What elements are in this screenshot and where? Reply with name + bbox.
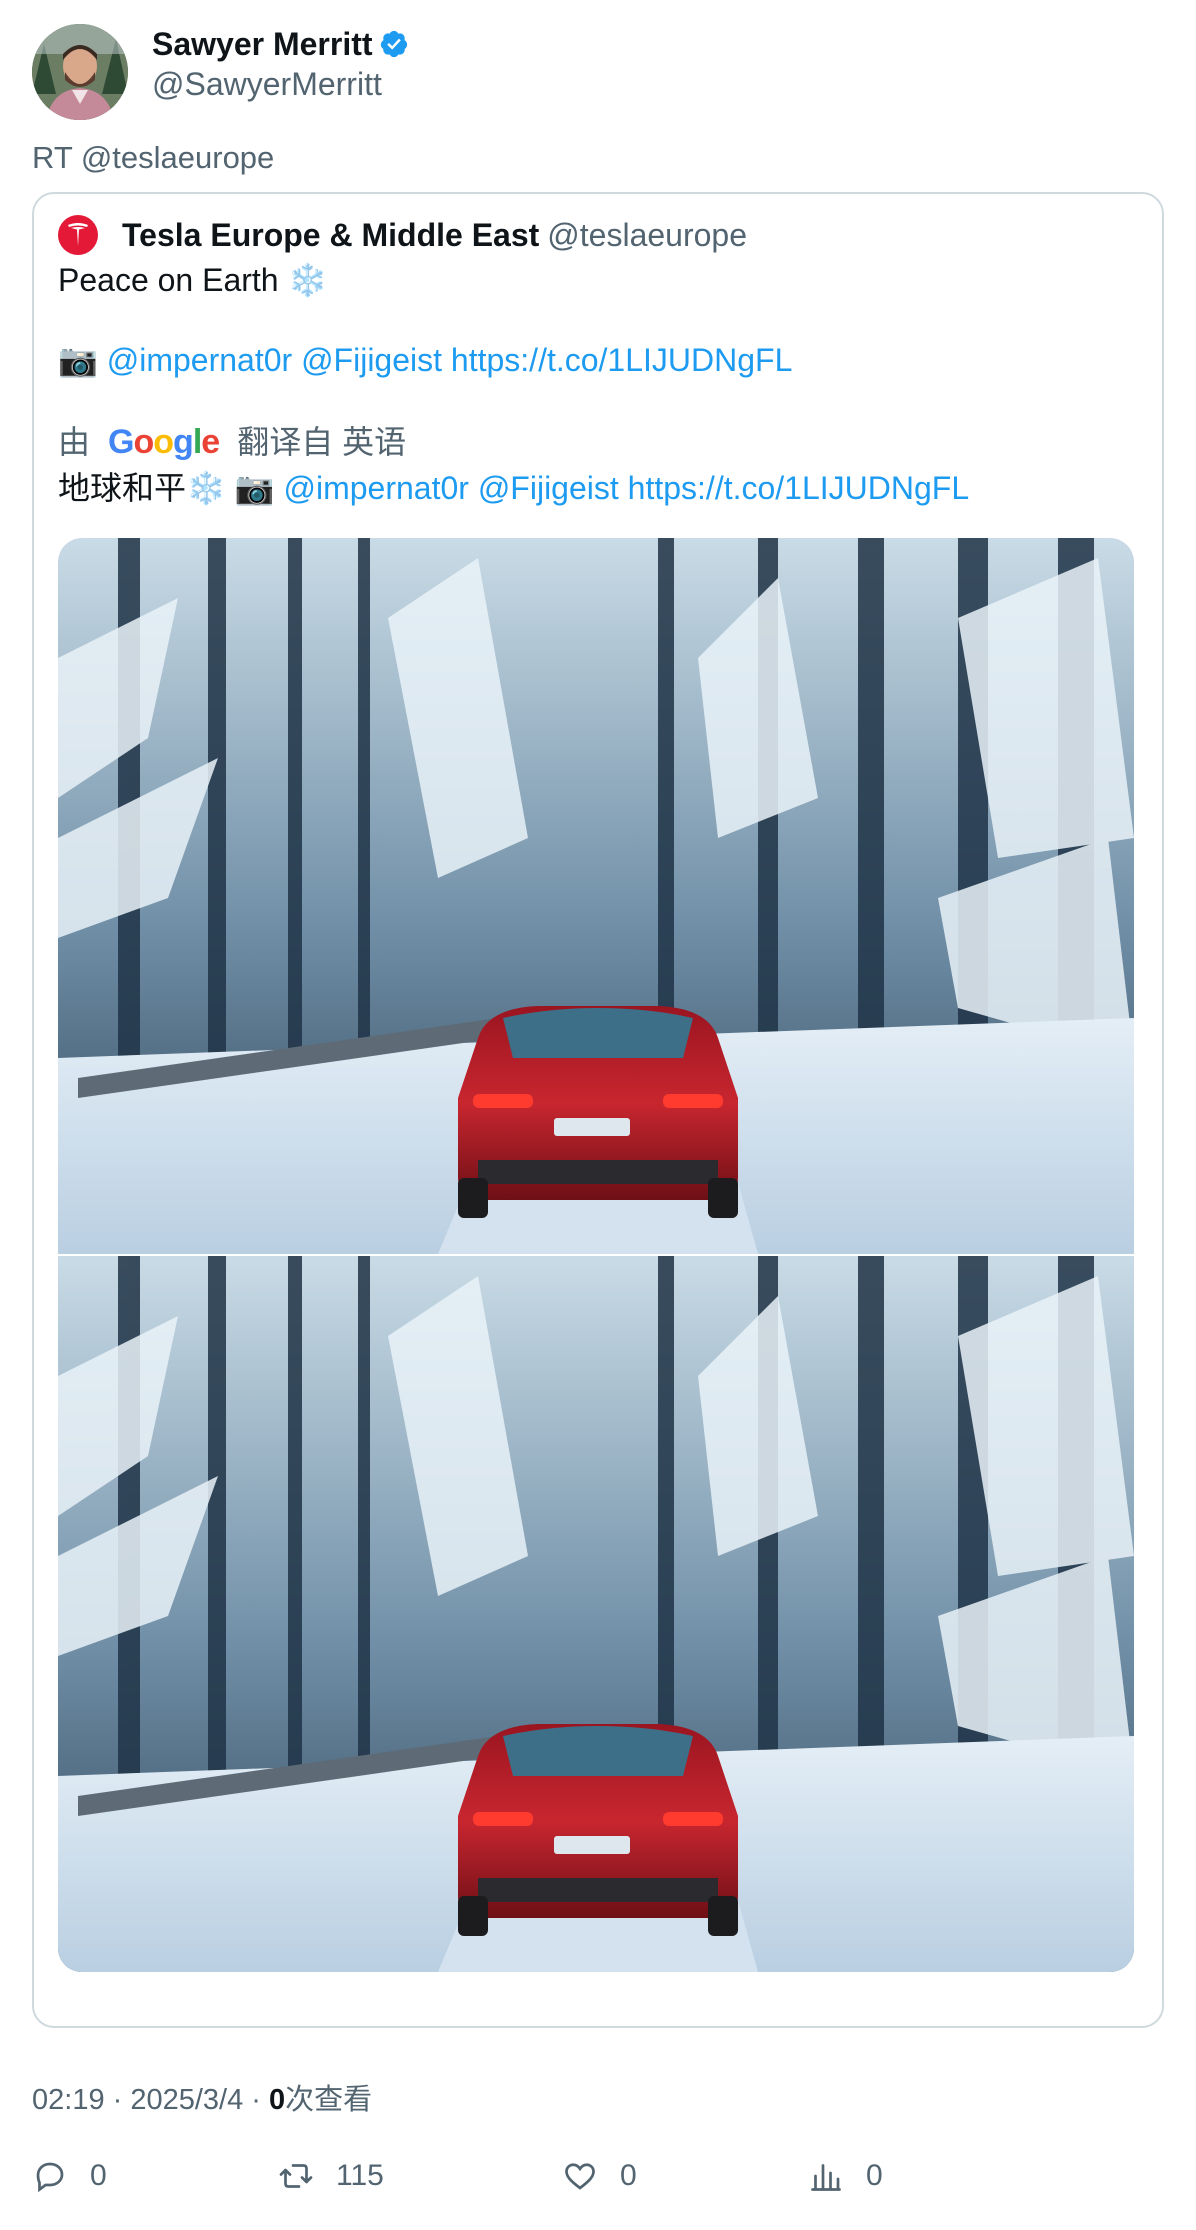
photo-snowy-forest-car[interactable] bbox=[58, 538, 1134, 1254]
quoted-header: Tesla Europe & Middle East @teslaeurope bbox=[58, 212, 747, 258]
heart-icon bbox=[565, 2163, 595, 2190]
author-name[interactable]: Sawyer Merritt bbox=[152, 26, 373, 63]
timestamp[interactable]: 02:19 · 2025/3/4 · bbox=[32, 2084, 269, 2116]
mention-link[interactable]: @Fijigeist bbox=[478, 470, 619, 506]
snowflake-emoji: ❄️ bbox=[186, 470, 226, 506]
translated-text: 地球和平 bbox=[58, 470, 187, 506]
tesla-logo-icon[interactable] bbox=[58, 215, 98, 255]
views-label: 次查看 bbox=[285, 2084, 373, 2116]
translate-by-label: 由 bbox=[58, 424, 91, 460]
translate-suffix: 翻译自 英语 bbox=[237, 424, 407, 460]
action-bar: 0 115 0 0 bbox=[32, 2158, 1132, 2208]
quoted-author-handle[interactable]: @teslaeurope bbox=[547, 217, 747, 254]
mention-link[interactable]: @impernat0r bbox=[283, 470, 468, 506]
retweet-text: RT @teslaeurope bbox=[32, 140, 275, 175]
retweet-button[interactable]: 115 bbox=[278, 2158, 384, 2194]
reply-button[interactable]: 0 bbox=[32, 2158, 107, 2194]
quoted-text-line1: Peace on Earth ❄️ bbox=[58, 260, 327, 300]
media-grid bbox=[58, 538, 1134, 1972]
snowflake-emoji: ❄️ bbox=[287, 262, 328, 298]
quoted-text-line2: 📷 @impernat0r @Fijigeist https://t.co/1L… bbox=[58, 340, 792, 380]
author-avatar[interactable] bbox=[32, 24, 128, 120]
retweet-icon bbox=[279, 2164, 313, 2188]
reply-icon bbox=[36, 2162, 64, 2193]
mention-link[interactable]: @impernat0r bbox=[107, 342, 292, 378]
like-button[interactable]: 0 bbox=[562, 2158, 637, 2194]
quoted-author-name[interactable]: Tesla Europe & Middle East bbox=[122, 217, 539, 254]
photo-snowy-forest-car[interactable] bbox=[58, 1256, 1134, 1972]
car-shape bbox=[458, 1724, 738, 1936]
bar-chart-icon bbox=[811, 2164, 841, 2191]
google-logo: Google bbox=[108, 423, 220, 461]
quoted-tweet[interactable]: Tesla Europe & Middle East @teslaeurope … bbox=[32, 192, 1164, 2028]
mention-link[interactable]: @Fijigeist bbox=[301, 342, 442, 378]
view-count: 0 bbox=[269, 2084, 286, 2116]
tweet-meta: 02:19 · 2025/3/4 · 0次查看 bbox=[32, 2076, 372, 2118]
quoted-text: Peace on Earth bbox=[58, 262, 279, 298]
avatar-image bbox=[32, 24, 128, 120]
views-button[interactable]: 0 bbox=[808, 2158, 883, 2194]
translation-attribution: 由 Google 翻译自 英语 bbox=[58, 422, 406, 462]
url-link[interactable]: https://t.co/1LIJUDNgFL bbox=[451, 342, 792, 378]
url-link[interactable]: https://t.co/1LIJUDNgFL bbox=[628, 470, 969, 506]
camera-emoji: 📷 bbox=[234, 470, 275, 506]
car-shape bbox=[458, 1006, 738, 1218]
like-count: 0 bbox=[620, 2159, 637, 2192]
reply-count: 0 bbox=[90, 2159, 107, 2192]
retweet-count: 115 bbox=[336, 2159, 384, 2192]
author-name-row[interactable]: Sawyer Merritt bbox=[152, 24, 409, 64]
translated-text-line: 地球和平❄️ 📷 @impernat0r @Fijigeist https://… bbox=[58, 468, 969, 508]
verified-badge-icon bbox=[380, 30, 407, 58]
tweet-header: Sawyer Merritt @SawyerMerritt bbox=[32, 24, 1162, 120]
camera-emoji: 📷 bbox=[58, 342, 98, 378]
views-count: 0 bbox=[866, 2159, 883, 2192]
author-handle[interactable]: @SawyerMerritt bbox=[152, 66, 382, 103]
